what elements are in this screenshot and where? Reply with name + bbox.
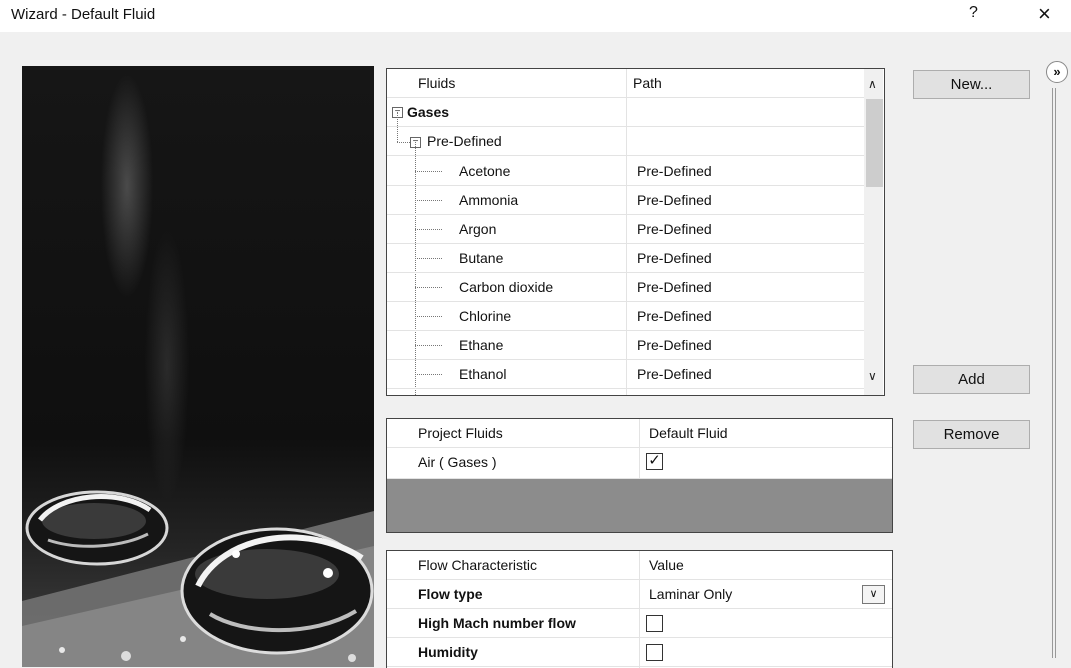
tree-row-gases[interactable]: − Gases — [387, 98, 864, 127]
fluid-path: Pre-Defined — [637, 279, 712, 295]
path-column-header[interactable]: Path — [633, 75, 662, 91]
flow-type-label: Flow type — [418, 586, 483, 602]
fluid-path: Pre-Defined — [637, 163, 712, 179]
side-panel-rail — [1052, 88, 1056, 658]
tree-branch — [415, 200, 442, 201]
project-fluid-row[interactable]: Air ( Gases ) ✓ — [387, 448, 892, 479]
humidity-checkbox[interactable] — [646, 644, 663, 661]
project-fluids-table: Project Fluids Default Fluid Air ( Gases… — [386, 418, 893, 533]
project-fluids-column-header[interactable]: Project Fluids — [418, 425, 503, 441]
fluid-row[interactable]: Carbon dioxide Pre-Defined — [387, 273, 864, 302]
remove-button[interactable]: Remove — [913, 420, 1030, 449]
fluid-row[interactable]: Argon Pre-Defined — [387, 215, 864, 244]
fluid-name: Ammonia — [459, 192, 519, 208]
high-mach-label: High Mach number flow — [418, 615, 576, 631]
tree-line-gases — [397, 112, 398, 142]
fluids-column-header[interactable]: Fluids — [418, 75, 455, 91]
fluid-name: Argon — [459, 221, 497, 237]
fluid-name: Chlorine — [459, 308, 512, 324]
tree-branch — [415, 287, 442, 288]
fluid-path: Pre-Defined — [637, 308, 712, 324]
flow-type-row[interactable]: Flow type Laminar Only ∨ — [387, 580, 892, 609]
fluid-name: Carbon dioxide — [459, 279, 554, 295]
fluid-path: Pre-Defined — [637, 337, 712, 353]
flow-type-value[interactable]: Laminar Only — [649, 586, 732, 602]
flow-characteristics-table: Flow Characteristic Value Flow type Lami… — [386, 550, 893, 668]
fluid-path: Pre-Defined — [637, 221, 712, 237]
fluid-row[interactable]: Butane Pre-Defined — [387, 244, 864, 273]
fluid-name: Ethane — [459, 337, 504, 353]
water-drops-image — [22, 490, 374, 667]
project-fluids-empty-area — [387, 479, 892, 532]
humidity-label: Humidity — [418, 644, 478, 660]
tree-branch — [415, 316, 442, 317]
fluid-name: Butane — [459, 250, 504, 266]
scroll-up-icon[interactable]: ∧ — [868, 77, 877, 91]
wizard-illustration — [22, 66, 374, 667]
expand-panel-icon[interactable]: » — [1046, 61, 1068, 83]
flow-type-dropdown-icon[interactable]: ∨ — [862, 585, 885, 604]
window-title: Wizard - Default Fluid — [11, 6, 156, 23]
tree-branch — [415, 258, 442, 259]
fluid-path: Pre-Defined — [637, 192, 712, 208]
fluid-row[interactable]: Ammonia Pre-Defined — [387, 186, 864, 215]
scroll-thumb[interactable] — [866, 99, 883, 187]
high-mach-row[interactable]: High Mach number flow — [387, 609, 892, 638]
fluid-row[interactable]: Ethane Pre-Defined — [387, 331, 864, 360]
tree-row-predefined[interactable]: − Pre-Defined — [387, 127, 864, 156]
fluids-scrollbar[interactable]: ∧ ∨ — [864, 69, 883, 395]
fluids-table: Fluids Path − Gases − Pre-Defined Aceton… — [386, 68, 885, 396]
fluid-name: Ethanol — [459, 366, 507, 382]
close-button[interactable]: × — [1038, 1, 1051, 27]
help-button[interactable]: ? — [969, 4, 978, 22]
fluid-row[interactable]: Chlorine Pre-Defined — [387, 302, 864, 331]
default-fluid-column-header[interactable]: Default Fluid — [649, 425, 728, 441]
tree-branch — [415, 171, 442, 172]
scroll-down-icon[interactable]: ∨ — [868, 369, 877, 383]
fluid-name: Acetone — [459, 163, 511, 179]
title-bar: Wizard - Default Fluid ? × — [0, 0, 1071, 32]
tree-branch — [415, 229, 442, 230]
predefined-label: Pre-Defined — [427, 133, 502, 149]
project-fluid-name: Air ( Gases ) — [418, 454, 497, 470]
high-mach-checkbox[interactable] — [646, 615, 663, 632]
fluid-row[interactable]: Ethanol Pre-Defined — [387, 360, 864, 389]
gases-label: Gases — [407, 104, 450, 120]
fluid-row[interactable]: Acetone Pre-Defined — [387, 157, 864, 186]
value-column-header[interactable]: Value — [649, 557, 684, 573]
default-fluid-checkbox[interactable]: ✓ — [646, 453, 663, 470]
tree-branch — [415, 345, 442, 346]
flow-characteristic-column-header[interactable]: Flow Characteristic — [418, 557, 537, 573]
new-button[interactable]: New... — [913, 70, 1030, 99]
fluid-path: Pre-Defined — [637, 366, 712, 382]
tree-branch — [415, 374, 442, 375]
tree-branch-predefined — [397, 142, 410, 143]
fluid-path: Pre-Defined — [637, 250, 712, 266]
add-button[interactable]: Add — [913, 365, 1030, 394]
humidity-row[interactable]: Humidity — [387, 638, 892, 667]
